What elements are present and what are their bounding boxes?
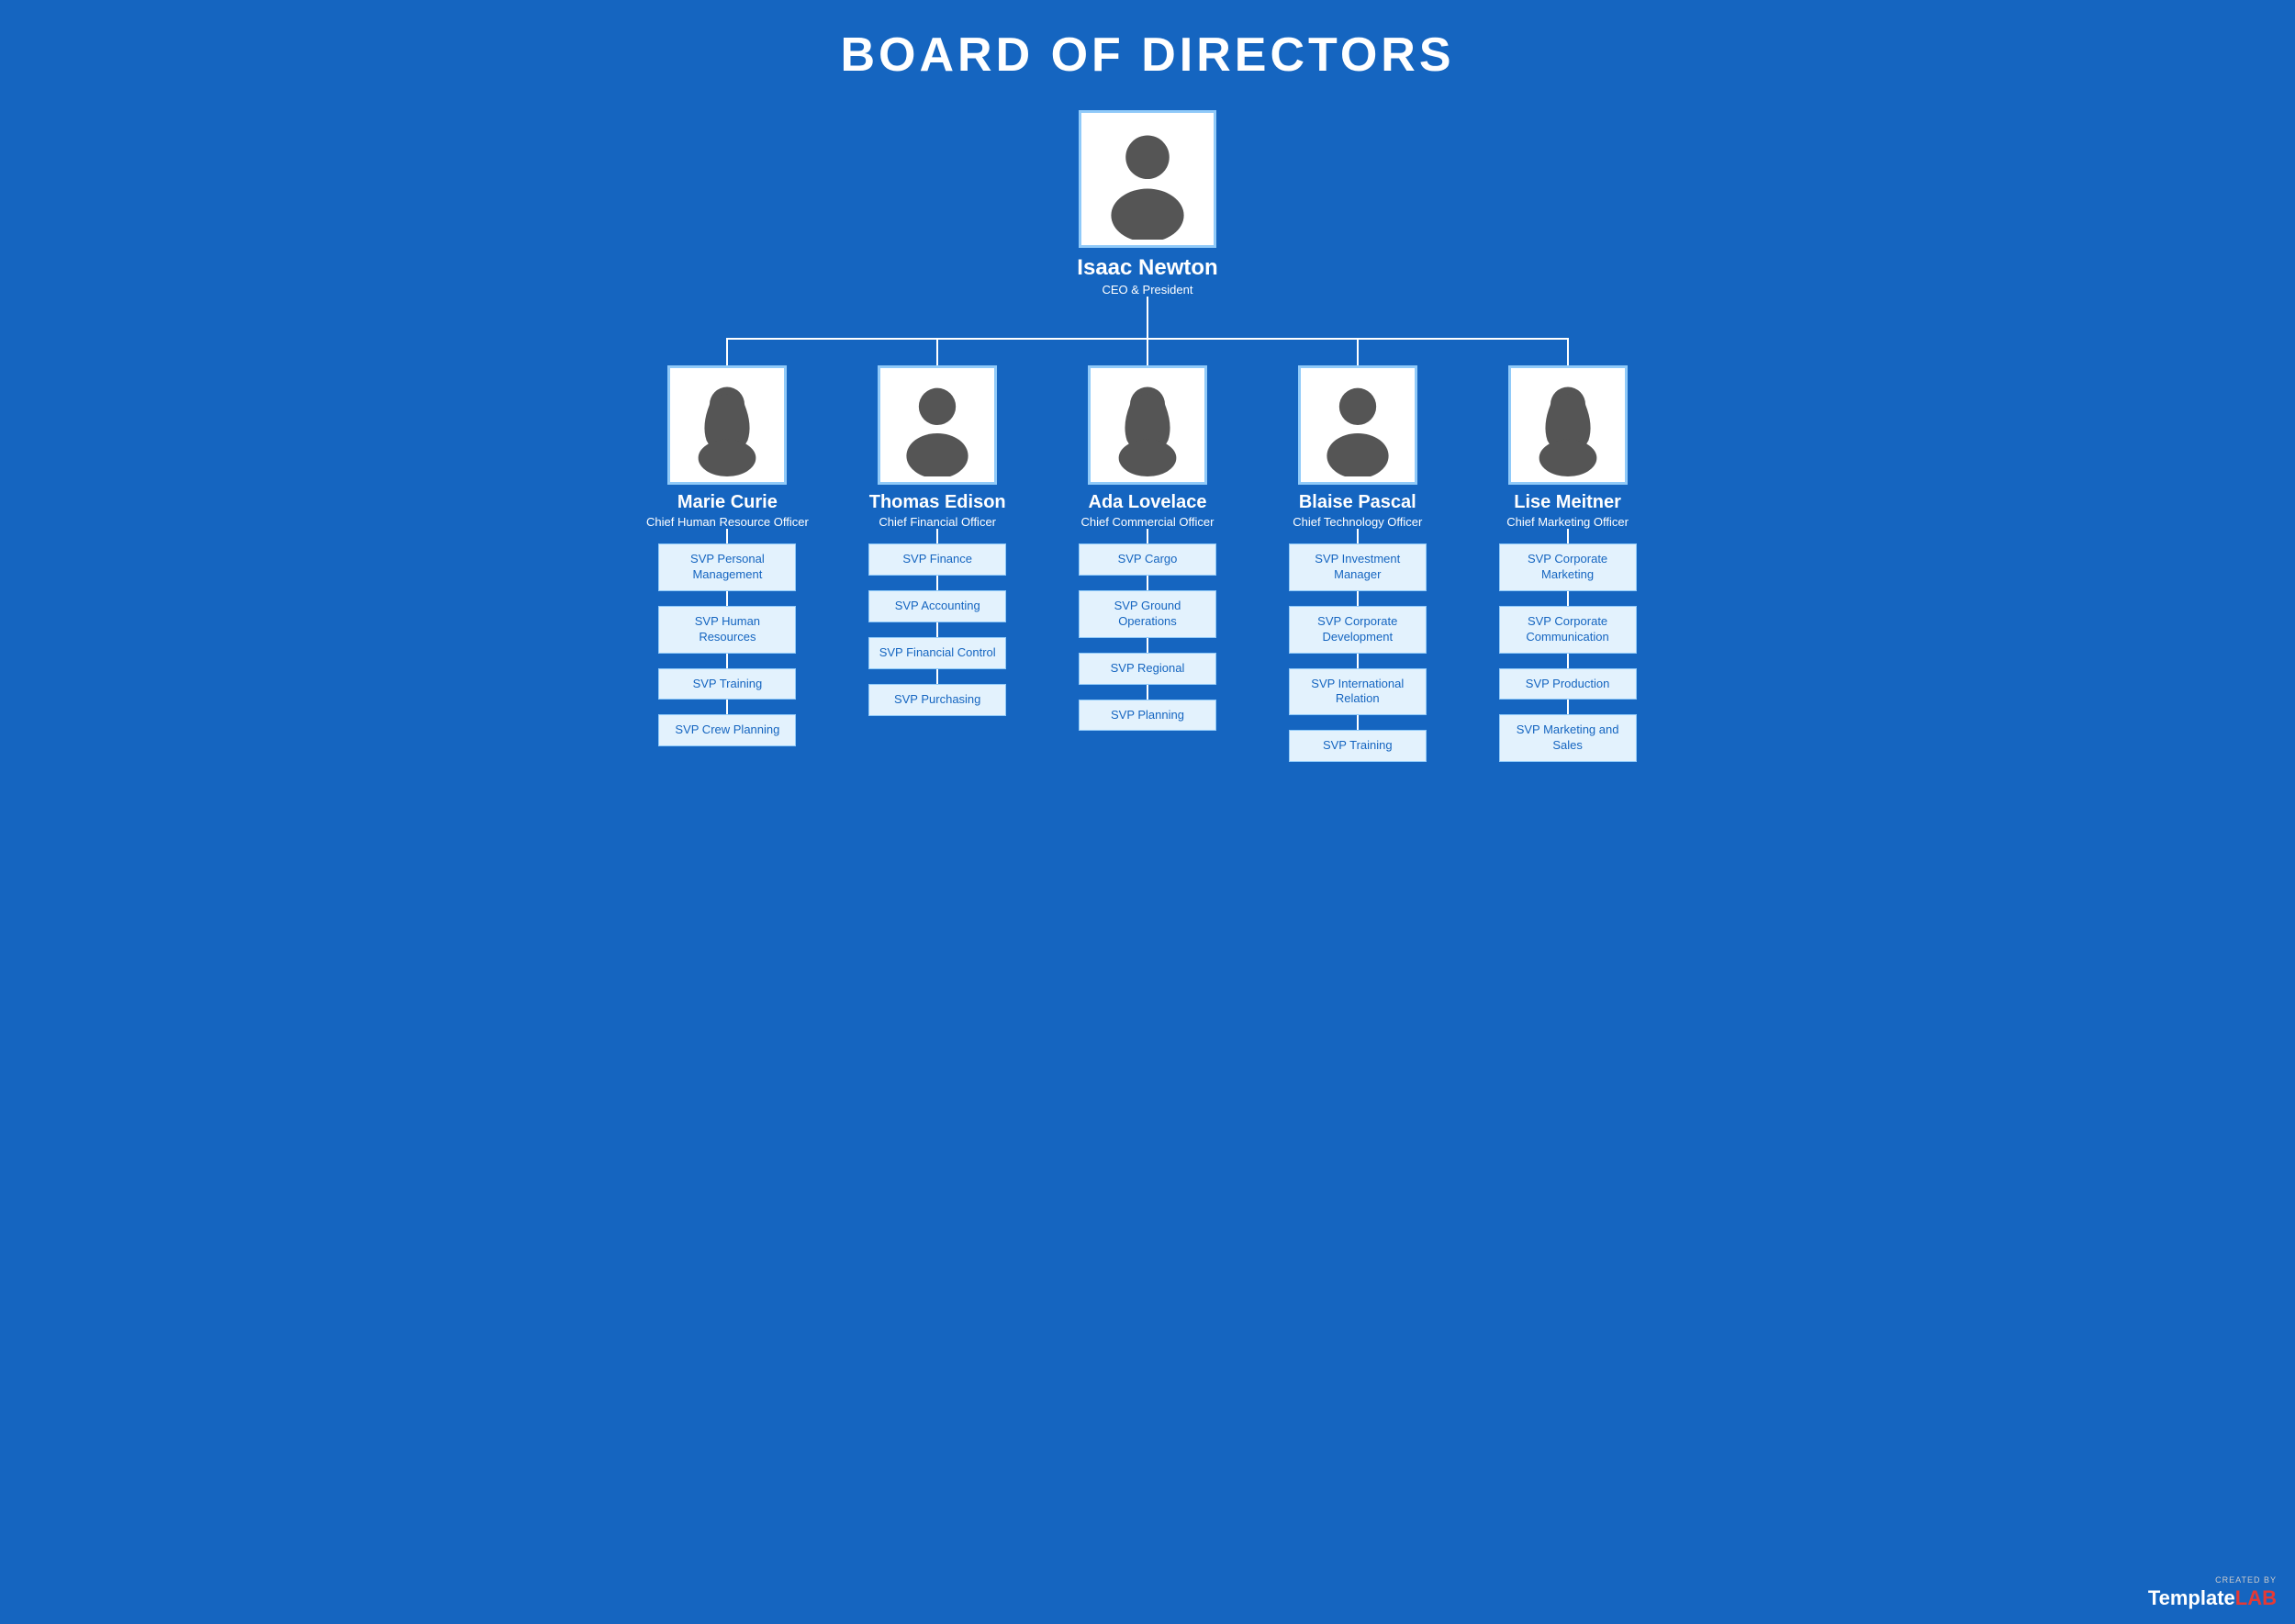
title-thomas-edison: Chief Financial Officer xyxy=(879,515,996,529)
svp-box-blaise-0: SVP Investment Manager xyxy=(1289,543,1427,591)
branch-line-blaise xyxy=(1357,338,1359,365)
avatar-icon-marie xyxy=(676,374,778,476)
branch-thomas-edison: Thomas Edison Chief Financial Officer SV… xyxy=(833,338,1043,716)
top-h-line xyxy=(727,338,1567,340)
branch-marie-curie: Marie Curie Chief Human Resource Officer… xyxy=(622,338,833,746)
svp-box-marie-3: SVP Crew Planning xyxy=(658,714,796,746)
branch-ada-lovelace: Ada Lovelace Chief Commercial Officer SV… xyxy=(1043,338,1253,731)
svp-conn-3-marie xyxy=(726,700,728,714)
svp-box-marie-2: SVP Training xyxy=(658,668,796,700)
avatar-icon-lise xyxy=(1517,374,1619,476)
card-blaise-pascal: Blaise Pascal Chief Technology Officer xyxy=(1293,365,1422,529)
svp-box-ada-0: SVP Cargo xyxy=(1079,543,1216,576)
horizontal-bar-wrapper: Marie Curie Chief Human Resource Officer… xyxy=(551,338,1744,762)
svp-box-ada-1: SVP Ground Operations xyxy=(1079,590,1216,638)
level2-row: Marie Curie Chief Human Resource Officer… xyxy=(622,338,1673,762)
svp-box-ada-3: SVP Planning xyxy=(1079,700,1216,732)
title-ada-lovelace: Chief Commercial Officer xyxy=(1081,515,1215,529)
page-title: BOARD OF DIRECTORS xyxy=(840,28,1454,83)
name-thomas-edison: Thomas Edison xyxy=(869,492,1006,513)
svp-box-lise-0: SVP Corporate Marketing xyxy=(1499,543,1637,591)
title-blaise-pascal: Chief Technology Officer xyxy=(1293,515,1422,529)
ceo-level: Isaac Newton CEO & President xyxy=(1077,110,1217,338)
watermark-brand: TemplateLAB xyxy=(2148,1586,2277,1610)
svp-list-thomas: SVP Finance SVP Accounting SVP Financial… xyxy=(868,529,1006,716)
svp-list-lise: SVP Corporate Marketing SVP Corporate Co… xyxy=(1499,529,1637,762)
svp-list-blaise: SVP Investment Manager SVP Corporate Dev… xyxy=(1289,529,1427,762)
ceo-avatar-icon xyxy=(1087,118,1208,240)
avatar-marie-curie xyxy=(667,365,787,485)
ceo-avatar-box xyxy=(1079,110,1216,248)
svp-box-marie-0: SVP Personal Management xyxy=(658,543,796,591)
svp-conn-0-marie xyxy=(726,529,728,543)
name-ada-lovelace: Ada Lovelace xyxy=(1089,492,1207,513)
svp-list-marie: SVP Personal Management SVP Human Resour… xyxy=(658,529,796,746)
svp-box-lise-3: SVP Marketing and Sales xyxy=(1499,714,1637,762)
svp-box-marie-1: SVP Human Resources xyxy=(658,606,796,654)
svp-box-blaise-2: SVP International Relation xyxy=(1289,668,1427,716)
avatar-icon-thomas xyxy=(886,374,989,476)
svp-conn-2-marie xyxy=(726,654,728,668)
avatar-icon-ada xyxy=(1096,374,1199,476)
branch-line-marie xyxy=(726,338,728,365)
watermark-template-text: Template xyxy=(2148,1586,2235,1609)
card-thomas-edison: Thomas Edison Chief Financial Officer xyxy=(869,365,1006,529)
card-marie-curie: Marie Curie Chief Human Resource Officer xyxy=(646,365,809,529)
org-chart: BOARD OF DIRECTORS Isaac Newton CEO & Pr… xyxy=(18,28,2277,762)
title-lise-meitner: Chief Marketing Officer xyxy=(1506,515,1629,529)
svp-box-ada-2: SVP Regional xyxy=(1079,653,1216,685)
ceo-card: Isaac Newton CEO & President xyxy=(1077,110,1217,297)
svp-box-thomas-3: SVP Purchasing xyxy=(868,684,1006,716)
watermark-lab-text: LAB xyxy=(2235,1586,2277,1609)
svp-list-ada: SVP Cargo SVP Ground Operations SVP Regi… xyxy=(1079,529,1216,731)
avatar-lise-meitner xyxy=(1508,365,1628,485)
avatar-blaise-pascal xyxy=(1298,365,1417,485)
branch-line-ada xyxy=(1147,338,1148,365)
watermark-created-label: CREATED BY xyxy=(2215,1575,2277,1585)
card-lise-meitner: Lise Meitner Chief Marketing Officer xyxy=(1506,365,1629,529)
svp-box-thomas-0: SVP Finance xyxy=(868,543,1006,576)
svp-box-lise-1: SVP Corporate Communication xyxy=(1499,606,1637,654)
ceo-name: Isaac Newton xyxy=(1077,255,1217,281)
branch-line-lise xyxy=(1567,338,1569,365)
avatar-icon-blaise xyxy=(1306,374,1409,476)
ceo-connector-line xyxy=(1147,297,1148,338)
svp-box-blaise-1: SVP Corporate Development xyxy=(1289,606,1427,654)
name-marie-curie: Marie Curie xyxy=(677,492,778,513)
svp-box-thomas-1: SVP Accounting xyxy=(868,590,1006,622)
watermark: CREATED BY TemplateLAB xyxy=(2148,1575,2277,1610)
svp-box-thomas-2: SVP Financial Control xyxy=(868,637,1006,669)
name-blaise-pascal: Blaise Pascal xyxy=(1299,492,1416,513)
svp-box-lise-2: SVP Production xyxy=(1499,668,1637,700)
card-ada-lovelace: Ada Lovelace Chief Commercial Officer xyxy=(1081,365,1215,529)
title-marie-curie: Chief Human Resource Officer xyxy=(646,515,809,529)
svp-box-blaise-3: SVP Training xyxy=(1289,730,1427,762)
ceo-title: CEO & President xyxy=(1102,283,1192,297)
avatar-ada-lovelace xyxy=(1088,365,1207,485)
branch-line-thomas xyxy=(936,338,938,365)
name-lise-meitner: Lise Meitner xyxy=(1514,492,1621,513)
branch-blaise-pascal: Blaise Pascal Chief Technology Officer S… xyxy=(1252,338,1462,762)
avatar-thomas-edison xyxy=(878,365,997,485)
svp-conn-1-marie xyxy=(726,591,728,606)
branch-lise-meitner: Lise Meitner Chief Marketing Officer SVP… xyxy=(1462,338,1673,762)
